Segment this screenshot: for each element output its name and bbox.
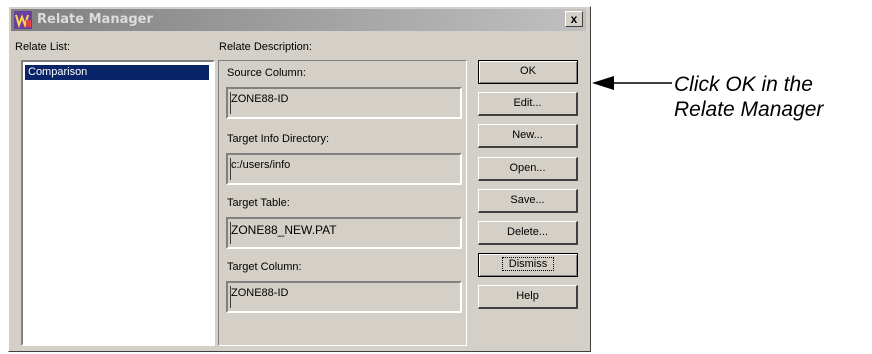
target-info-directory-label: Target Info Directory: bbox=[227, 133, 330, 145]
help-button-label: Help bbox=[516, 290, 539, 302]
new-button-label: New... bbox=[512, 129, 543, 141]
callout-text: Click OK in the Relate Manager bbox=[674, 72, 823, 122]
close-button[interactable]: x bbox=[565, 11, 583, 27]
target-table-label: Target Table: bbox=[227, 197, 290, 209]
list-item[interactable]: Comparison bbox=[25, 65, 209, 80]
source-column-field[interactable]: ZONE88-ID bbox=[226, 87, 462, 119]
dismiss-button[interactable]: Dismiss bbox=[478, 253, 578, 277]
dismiss-button-label: Dismiss bbox=[501, 257, 555, 271]
save-button[interactable]: Save... bbox=[478, 189, 578, 213]
relate-description-panel: Source Column: ZONE88-ID Target Info Dir… bbox=[218, 60, 467, 346]
edit-button-label: Edit... bbox=[513, 97, 542, 109]
callout-line-2: Relate Manager bbox=[674, 98, 824, 121]
target-table-field[interactable]: ZONE88_NEW.PAT bbox=[226, 217, 462, 249]
callout-line-1: Click OK in the bbox=[674, 73, 813, 96]
app-icon bbox=[14, 11, 32, 29]
source-column-label: Source Column: bbox=[227, 67, 306, 79]
ok-button[interactable]: OK bbox=[478, 60, 578, 84]
window-title: Relate Manager bbox=[37, 12, 153, 27]
edit-button[interactable]: Edit... bbox=[478, 92, 578, 116]
target-column-field[interactable]: ZONE88-ID bbox=[226, 281, 462, 313]
relate-list-label: Relate List: bbox=[15, 41, 71, 53]
relate-list[interactable]: Comparison bbox=[21, 60, 215, 346]
help-button[interactable]: Help bbox=[478, 285, 578, 309]
target-info-directory-field[interactable]: c:/users/info bbox=[226, 153, 462, 185]
title-bar[interactable]: Relate Manager x bbox=[11, 9, 586, 31]
relate-manager-dialog: Relate Manager x Relate List: Relate Des… bbox=[8, 6, 591, 352]
open-button-label: Open... bbox=[509, 162, 546, 174]
delete-button-label: Delete... bbox=[507, 226, 548, 238]
open-button[interactable]: Open... bbox=[478, 157, 578, 181]
callout-arrow-icon bbox=[592, 76, 672, 90]
save-button-label: Save... bbox=[510, 194, 545, 206]
delete-button[interactable]: Delete... bbox=[478, 221, 578, 245]
ok-button-label: OK bbox=[520, 65, 536, 77]
new-button[interactable]: New... bbox=[478, 124, 578, 148]
close-icon: x bbox=[570, 12, 578, 26]
relate-description-label: Relate Description: bbox=[219, 41, 312, 53]
target-column-label: Target Column: bbox=[227, 261, 302, 273]
